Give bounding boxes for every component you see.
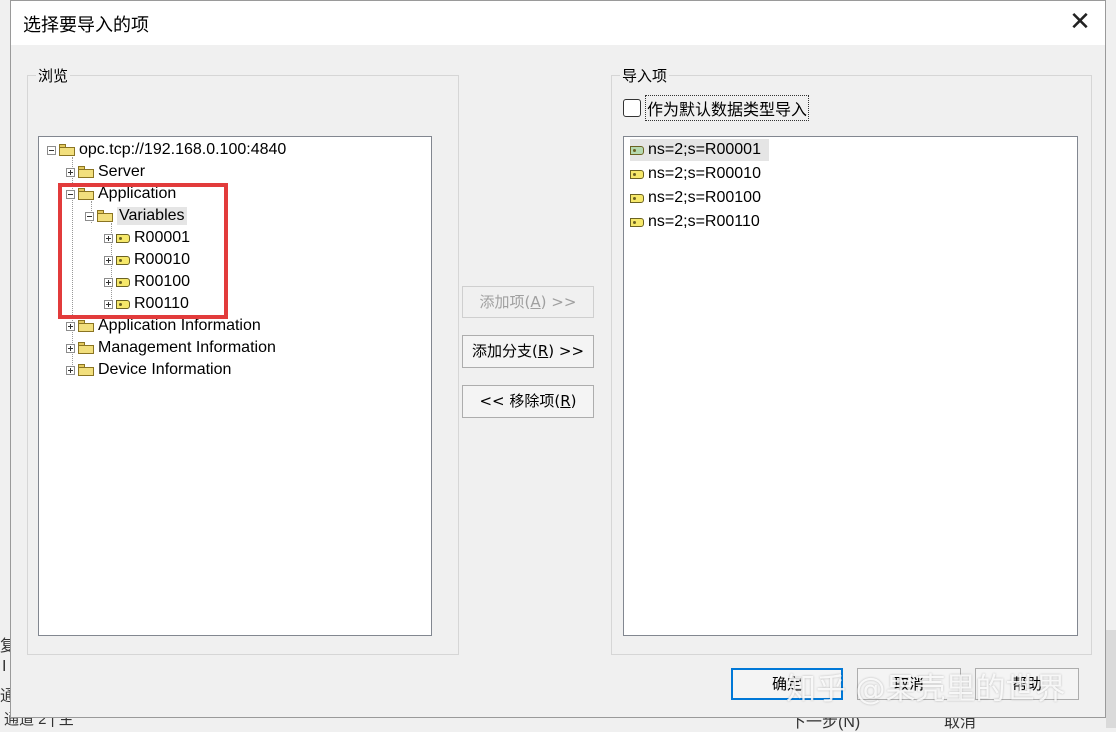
import-item-label: ns=2;s=R00010	[648, 165, 761, 182]
tree-node-server[interactable]: Server	[66, 161, 145, 183]
behind-left-char-2: I	[2, 658, 7, 675]
tree-node-variable[interactable]: R00001	[104, 227, 190, 249]
tag-icon	[630, 145, 644, 155]
expand-icon[interactable]	[66, 167, 75, 177]
tree-node-label: Application Information	[98, 317, 261, 334]
add-item-button[interactable]: 添加项(A) >>	[462, 286, 594, 318]
browse-tree[interactable]: opc.tcp://192.168.0.100:4840 Server Appl…	[38, 136, 432, 636]
expand-icon[interactable]	[104, 299, 113, 309]
add-branch-tail: ) >>	[548, 342, 585, 360]
expand-icon[interactable]	[66, 343, 75, 353]
title-bar: 选择要导入的项 ✕	[11, 1, 1105, 45]
import-group-label: 导入项	[620, 65, 670, 86]
import-list-item[interactable]: ns=2;s=R00001	[630, 139, 769, 161]
tree-node-application-information[interactable]: Application Information	[66, 315, 261, 337]
add-item-accesskey: A	[530, 293, 541, 311]
tree-node-device-information[interactable]: Device Information	[66, 359, 231, 381]
add-branch-label: 添加分支(	[471, 342, 538, 360]
tree-node-management-information[interactable]: Management Information	[66, 337, 276, 359]
remove-item-accesskey: R	[560, 392, 571, 410]
tag-icon	[116, 299, 130, 309]
remove-item-label: << 移除项(	[479, 392, 561, 410]
tag-icon	[630, 193, 644, 203]
close-icon[interactable]: ✕	[1065, 7, 1095, 37]
import-list-item[interactable]: ns=2;s=R00110	[630, 211, 760, 233]
tree-node-label: R00110	[134, 295, 189, 312]
collapse-icon[interactable]	[66, 189, 75, 199]
folder-open-icon	[78, 188, 94, 200]
tree-node-root[interactable]: opc.tcp://192.168.0.100:4840	[47, 139, 286, 161]
tag-icon	[630, 217, 644, 227]
import-list-item[interactable]: ns=2;s=R00010	[630, 163, 761, 185]
tag-icon	[116, 255, 130, 265]
tag-icon	[116, 277, 130, 287]
default-type-checkbox-row[interactable]: 作为默认数据类型导入	[623, 95, 810, 121]
remove-item-tail: )	[570, 392, 577, 410]
add-branch-button[interactable]: 添加分支(R) >>	[462, 335, 594, 368]
expand-icon[interactable]	[104, 233, 113, 243]
folder-open-icon	[59, 144, 75, 156]
expand-icon[interactable]	[66, 365, 75, 375]
tag-icon	[630, 169, 644, 179]
tree-node-label: Management Information	[98, 339, 276, 356]
tree-node-variable[interactable]: R00010	[104, 249, 190, 271]
add-item-label: 添加项(	[479, 293, 531, 311]
import-list-item[interactable]: ns=2;s=R00100	[630, 187, 761, 209]
remove-item-button[interactable]: << 移除项(R)	[462, 385, 594, 418]
tree-node-label: R00010	[134, 251, 191, 268]
add-item-tail: ) >>	[540, 293, 577, 311]
tree-node-variables[interactable]: Variables	[85, 205, 187, 227]
tree-node-label: R00100	[134, 273, 191, 290]
tree-node-application[interactable]: Application	[66, 183, 176, 205]
tree-node-label: R00001	[134, 229, 191, 246]
expand-icon[interactable]	[66, 321, 75, 331]
add-branch-accesskey: R	[537, 342, 549, 360]
folder-icon	[78, 342, 94, 354]
expand-icon[interactable]	[104, 277, 113, 287]
behind-scrollbar	[1106, 630, 1116, 728]
tree-node-variable[interactable]: R00100	[104, 271, 190, 293]
tree-node-label: opc.tcp://192.168.0.100:4840	[79, 141, 287, 158]
import-dialog: 选择要导入的项 ✕ 浏览 opc.tcp://192.168.0.100:484…	[10, 0, 1106, 718]
import-item-label: ns=2;s=R00100	[648, 189, 761, 206]
browse-group-label: 浏览	[36, 65, 71, 86]
folder-icon	[78, 320, 94, 332]
tree-node-label: Server	[98, 163, 146, 180]
default-type-checkbox[interactable]	[623, 99, 641, 117]
tag-icon	[116, 233, 130, 243]
import-item-label: ns=2;s=R00110	[648, 213, 760, 230]
folder-icon	[78, 364, 94, 376]
dialog-title: 选择要导入的项	[23, 15, 149, 36]
collapse-icon[interactable]	[47, 145, 56, 155]
import-list[interactable]: ns=2;s=R00001 ns=2;s=R00010 ns=2;s=R0010…	[623, 136, 1078, 636]
expand-icon[interactable]	[104, 255, 113, 265]
watermark-text: 知乎 @果壳里的世界	[786, 672, 1066, 707]
tree-node-variable[interactable]: R00110	[104, 293, 189, 315]
tree-node-label: Application	[98, 185, 177, 202]
folder-icon	[78, 166, 94, 178]
collapse-icon[interactable]	[85, 211, 94, 221]
tree-node-label: Variables	[117, 207, 187, 225]
import-item-label: ns=2;s=R00001	[648, 141, 761, 158]
default-type-checkbox-label: 作为默认数据类型导入	[645, 95, 810, 121]
tree-node-label: Device Information	[98, 361, 232, 378]
folder-open-icon	[97, 210, 113, 222]
